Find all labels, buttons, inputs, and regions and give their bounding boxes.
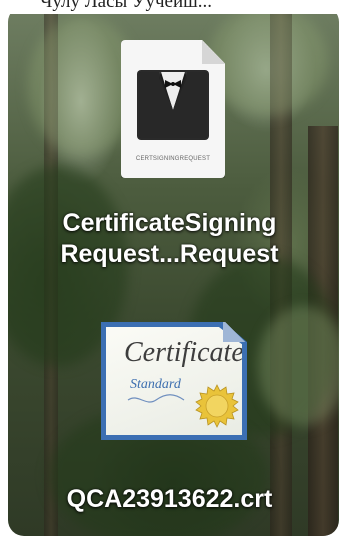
top-cutoff-text: Чулу Ласы Уучеиш... bbox=[40, 0, 213, 12]
top-cutoff-strip: Чулу Ласы Уучеиш... bbox=[0, 0, 339, 14]
file-type-label: CERTSIGNINGREQUEST bbox=[135, 156, 211, 162]
screenshot-stage: Чулу Ласы Уучеиш... CERTSIGNINGREQUEST C… bbox=[0, 0, 339, 536]
document-fold bbox=[202, 40, 225, 64]
flourish-icon bbox=[127, 394, 185, 403]
certificate-fold bbox=[223, 322, 247, 342]
csr-file-label-line1: CertificateSigning bbox=[62, 209, 277, 237]
crt-file-label[interactable]: QCA23913622.crt bbox=[20, 484, 319, 514]
foliage bbox=[258, 306, 339, 426]
tuxedo-icon bbox=[137, 70, 209, 140]
foliage bbox=[208, 6, 328, 116]
csr-file-label[interactable]: CertificateSigning Request...Request bbox=[20, 208, 319, 270]
certsigningrequest-file-icon[interactable]: CERTSIGNINGREQUEST bbox=[121, 40, 225, 178]
certificate-subtitle-text: Standard bbox=[130, 377, 181, 392]
certificate-file-icon[interactable]: Certificate Standard bbox=[101, 322, 247, 440]
csr-file-label-line2: Request...Request bbox=[60, 240, 279, 268]
gold-seal-icon bbox=[195, 384, 239, 428]
